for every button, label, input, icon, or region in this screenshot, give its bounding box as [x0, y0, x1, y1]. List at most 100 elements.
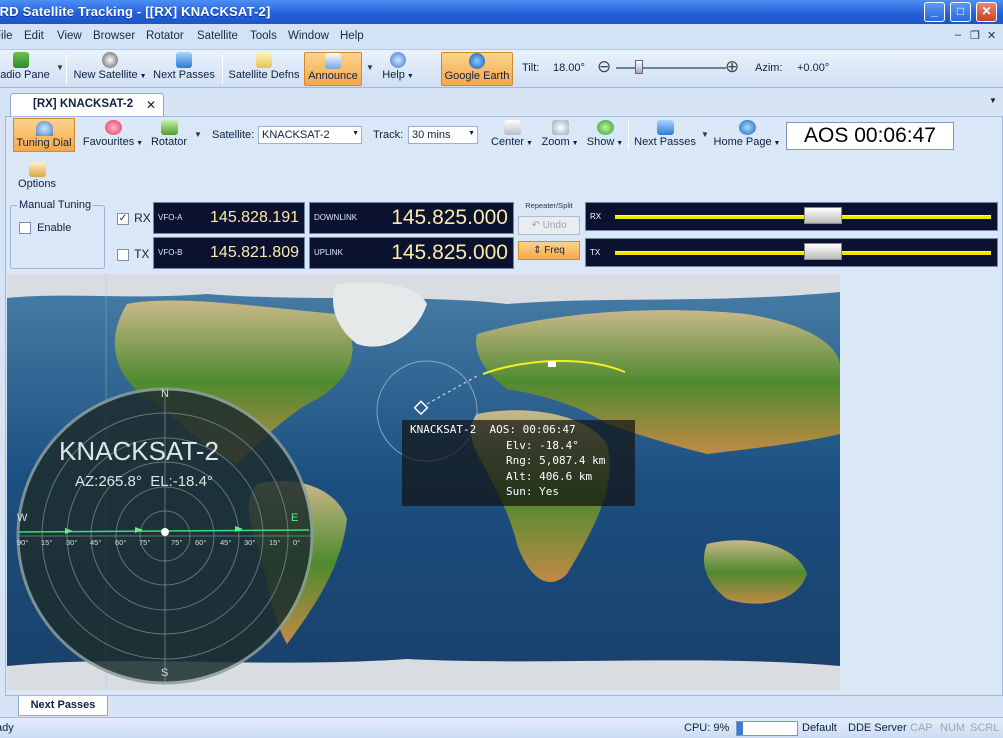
menu-window[interactable]: Window — [288, 30, 329, 42]
aos-countdown-display: AOS 00:06:47 — [786, 122, 954, 150]
next-passes-button[interactable]: Next Passes — [152, 52, 216, 86]
center-button[interactable]: Center ▼ — [489, 120, 535, 148]
status-ready: Ready — [0, 722, 14, 734]
options-button[interactable]: Options — [15, 162, 59, 190]
tab-rx-knacksat-2[interactable]: [RX] KNACKSAT-2 ✕ — [10, 93, 164, 116]
toolbar-separator — [628, 120, 629, 150]
radio-pane-button[interactable]: Radio Pane — [0, 52, 52, 86]
enable-label: Enable — [37, 222, 72, 234]
home-page-button[interactable]: Home Page ▼ — [713, 120, 781, 148]
menu-file[interactable]: File — [0, 30, 13, 42]
maximize-button[interactable]: □ — [950, 2, 971, 22]
tab-next-passes[interactable]: Next Passes — [18, 696, 108, 716]
radar-scale-label: 30° — [244, 538, 256, 547]
tuning-dial-button[interactable]: Tuning Dial — [13, 118, 75, 152]
radar-satellite-name: KNACKSAT-2 — [59, 436, 219, 466]
radar-scale-label: 45° — [90, 538, 102, 547]
info-rng: Rng: 5,087.4 km — [506, 454, 606, 467]
arrow-icon — [176, 52, 192, 68]
uplink-display[interactable]: UPLINK 145.825.000 — [309, 237, 514, 269]
tilt-value: 18.00° — [553, 62, 585, 74]
radar-azel: AZ:265.8° EL:-18.4° — [75, 473, 213, 490]
dial-icon — [35, 121, 53, 136]
chevron-down-icon[interactable]: ▼ — [56, 63, 64, 72]
vfo-a-display[interactable]: VFO-A 145.828.191 — [153, 202, 305, 234]
minimize-button[interactable]: _ — [924, 2, 945, 22]
menu-view[interactable]: View — [57, 30, 82, 42]
mdi-close-button[interactable]: ✕ — [987, 29, 996, 42]
slider-thumb[interactable] — [803, 243, 842, 260]
globe-icon — [102, 52, 118, 68]
mdi-minimize-button[interactable]: – — [955, 29, 961, 41]
ground-station-icon — [548, 361, 556, 367]
info-elv: Elv: -18.4° — [506, 438, 579, 452]
tilt-slider[interactable] — [616, 67, 726, 69]
undo-icon: ↶ — [531, 220, 543, 231]
next-passes-button-2[interactable]: Next Passes — [633, 120, 697, 148]
track-select[interactable]: 30 mins ▼ — [408, 126, 478, 144]
chevron-down-icon[interactable]: ▼ — [989, 96, 997, 105]
satellite-defns-button[interactable]: Satellite Defns — [228, 52, 300, 86]
menu-edit[interactable]: Edit — [24, 30, 44, 42]
close-button[interactable]: ✕ — [976, 2, 997, 22]
favourites-button[interactable]: Favourites ▼ — [80, 120, 146, 148]
radar-scale-label: 75° — [139, 538, 151, 547]
freq-button[interactable]: ⇕ Freq — [518, 241, 580, 260]
world-map[interactable]: N S W E KNACKSAT-2 AZ:265.8° EL:-18.4° 9… — [7, 274, 840, 690]
vfo-b-display[interactable]: VFO-B 145.821.809 — [153, 237, 305, 269]
google-earth-button[interactable]: Google Earth — [441, 52, 513, 86]
chevron-down-icon[interactable]: ▼ — [701, 130, 709, 139]
status-cpu: CPU: 9% — [684, 722, 730, 734]
new-satellite-button[interactable]: New Satellite ▼ — [72, 52, 148, 86]
mdi-restore-button[interactable]: ❐ — [970, 29, 980, 42]
undo-button[interactable]: ↶ Undo — [518, 216, 580, 235]
show-button[interactable]: Show ▼ — [584, 120, 626, 148]
satellite-select[interactable]: KNACKSAT-2 ▼ — [258, 126, 362, 144]
zoom-out-icon[interactable]: ⊖ — [597, 57, 611, 77]
menu-rotator[interactable]: Rotator — [146, 30, 184, 42]
heart-icon — [104, 120, 122, 135]
radar-east-label: E — [291, 512, 299, 524]
earth-icon — [469, 53, 485, 69]
tilt-slider-thumb[interactable] — [635, 60, 643, 74]
zoom-in-icon[interactable]: ⊕ — [725, 57, 739, 77]
downlink-frequency: 145.825.000 — [391, 206, 508, 229]
rx-level-slider[interactable]: RX — [585, 202, 998, 231]
tx-checkbox[interactable]: TX — [117, 247, 149, 262]
radar-scale-label: 90° — [17, 538, 29, 547]
radar-scale-label: 75° — [171, 538, 183, 547]
azim-label: Azim: — [755, 62, 783, 74]
manual-tuning-legend: Manual Tuning — [17, 199, 94, 211]
options-icon — [28, 162, 46, 177]
vfo-b-frequency: 145.821.809 — [210, 244, 299, 261]
status-scrl: SCRL — [970, 722, 1000, 734]
plus-icon — [596, 120, 614, 135]
radar-scale-label: 60° — [195, 538, 207, 547]
satellite-info-overlay: KNACKSAT-2 AOS: 00:06:47 Elv: -18.4° Rng… — [402, 420, 635, 506]
checkmark-icon: ✓ — [117, 213, 129, 226]
main-toolbar: Radio Pane ▼ New Satellite ▼ Next Passes… — [0, 50, 1003, 88]
rotator-button[interactable]: Rotator — [147, 120, 191, 148]
close-tab-icon[interactable]: ✕ — [146, 98, 156, 112]
rx-checkbox[interactable]: ✓ RX — [117, 211, 151, 226]
slider-thumb[interactable] — [803, 207, 842, 224]
radar-west-label: W — [17, 512, 28, 524]
uplink-frequency: 145.825.000 — [391, 241, 508, 264]
zoom-button[interactable]: Zoom ▼ — [539, 120, 581, 148]
chevron-down-icon[interactable]: ▼ — [366, 63, 374, 72]
radar-scale-label: 15° — [41, 538, 53, 547]
chevron-down-icon[interactable]: ▼ — [194, 130, 202, 139]
status-cap: CAP — [910, 722, 933, 734]
menu-satellite[interactable]: Satellite — [197, 30, 238, 42]
menu-tools[interactable]: Tools — [250, 30, 277, 42]
downlink-display[interactable]: DOWNLINK 145.825.000 — [309, 202, 514, 234]
menu-help[interactable]: Help — [340, 30, 364, 42]
enable-checkbox[interactable]: Enable — [19, 222, 72, 235]
status-bar: Ready CPU: 9% Default DDE Server CAP NUM… — [0, 717, 1003, 738]
announce-button[interactable]: Announce — [304, 52, 362, 86]
info-alt: Alt: 406.6 km — [506, 469, 593, 483]
menu-browser[interactable]: Browser — [93, 30, 135, 42]
help-button[interactable]: Help ▼ — [378, 52, 418, 86]
tx-level-slider[interactable]: TX — [585, 238, 998, 267]
radar-scale-label: 0° — [293, 538, 301, 547]
